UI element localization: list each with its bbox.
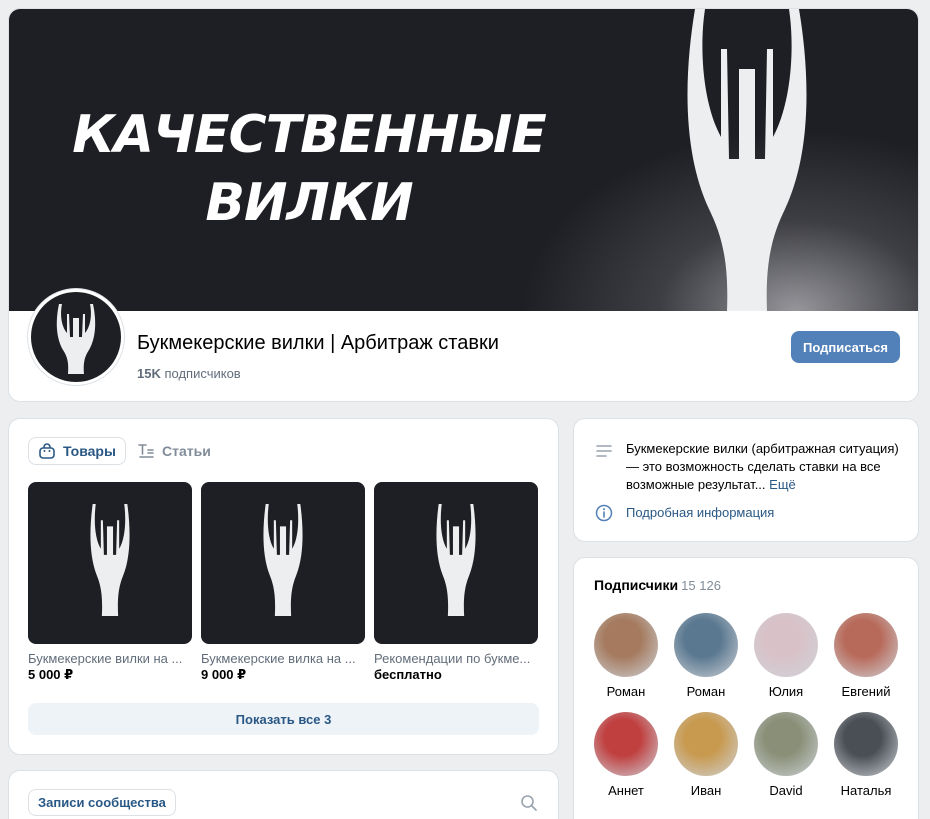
follower-avatar[interactable] [834,613,898,677]
tab-goods[interactable]: Товары [28,437,126,465]
about-section: Букмекерские вилки (арбитражная ситуация… [573,418,919,542]
subscribers-count: 15K [137,366,161,381]
followers-count: 15 126 [681,578,721,593]
follower-avatar[interactable] [754,613,818,677]
about-text: Букмекерские вилки (арбитражная ситуация… [626,441,899,492]
product-card[interactable]: Букмекерские вилки на ... 5 000 ₽ [28,482,192,683]
follower-avatar[interactable] [594,712,658,776]
group-name: Букмекерские вилки | Арбитраж ставки [137,332,499,354]
follower-name[interactable]: Евгений [826,684,906,699]
followers-title: Подписчики [594,577,679,593]
follower-name[interactable]: David [746,783,826,798]
cover-headline: КАЧЕСТВЕННЫЕ ВИЛКИ [9,101,609,237]
cover-headline-line1: КАЧЕСТВЕННЫЕ [72,105,547,165]
product-card[interactable]: Рекомендации по букме... бесплатно [374,482,538,682]
about-description: Букмекерские вилки (арбитражная ситуация… [626,440,906,494]
follower-name[interactable]: Роман [586,684,666,699]
follower-avatar[interactable] [754,712,818,776]
follower-item[interactable]: David [746,712,826,798]
follower-name[interactable]: Роман [666,684,746,699]
follower-name[interactable]: Аннет [586,783,666,798]
fork-icon [90,504,130,616]
fork-icon [263,504,303,616]
fork-icon [56,304,96,374]
group-avatar[interactable] [28,289,124,385]
tab-articles-label: Статьи [162,443,211,459]
follower-avatar[interactable] [674,712,738,776]
followers-header[interactable]: Подписчики 15 126 [594,577,721,593]
info-icon [595,504,613,522]
follower-item[interactable]: Наталья [826,712,906,798]
cover-image: КАЧЕСТВЕННЫЕ ВИЛКИ [9,9,918,311]
follower-avatar[interactable] [594,613,658,677]
show-all-button[interactable]: Показать все 3 [28,703,539,735]
follower-avatar[interactable] [674,613,738,677]
subscribe-button[interactable]: Подписаться [791,331,900,363]
follower-item[interactable]: Евгений [826,613,906,699]
follower-item[interactable]: Роман [586,613,666,699]
follower-name[interactable]: Юлия [746,684,826,699]
subscribers-summary[interactable]: 15K подписчиков [137,366,241,381]
articles-icon [137,442,155,460]
goods-section: Товары Статьи Букмекерские вилки на ... … [8,418,559,755]
description-icon [596,445,612,457]
bag-icon [38,442,56,460]
product-name[interactable]: Букмекерские вилки на ... [28,651,188,666]
product-name[interactable]: Рекомендации по букме... [374,651,534,666]
follower-item[interactable]: Юлия [746,613,826,699]
product-price: 5 000 ₽ [28,667,74,682]
about-more-link[interactable]: Ещё [769,477,796,492]
product-image[interactable] [28,482,192,644]
group-header: КАЧЕСТВЕННЫЕ ВИЛКИ Букмекерские вилки | … [8,8,919,402]
product-price: бесплатно [374,667,442,682]
community-posts: Записи сообщества [8,770,559,819]
tab-community-posts[interactable]: Записи сообщества [28,789,176,816]
product-name[interactable]: Букмекерские вилка на ... [201,651,361,666]
product-price: 9 000 ₽ [201,667,247,682]
product-image[interactable] [374,482,538,644]
follower-item[interactable]: Роман [666,613,746,699]
detailed-info-link[interactable]: Подробная информация [626,505,774,520]
fork-icon [687,9,807,311]
product-card[interactable]: Букмекерские вилка на ... 9 000 ₽ [201,482,365,683]
tab-goods-label: Товары [63,443,116,459]
follower-item[interactable]: Аннет [586,712,666,798]
follower-avatar[interactable] [834,712,898,776]
fork-icon [436,504,476,616]
followers-section: Подписчики 15 126 Роман Роман Юлия Евгений Ан… [573,557,919,819]
product-image[interactable] [201,482,365,644]
search-icon[interactable] [520,794,538,812]
follower-name[interactable]: Наталья [826,783,906,798]
subscribers-word: подписчиков [164,366,241,381]
tab-articles[interactable]: Статьи [137,437,211,465]
follower-name[interactable]: Иван [666,783,746,798]
follower-item[interactable]: Иван [666,712,746,798]
cover-headline-line2: ВИЛКИ [205,173,413,233]
